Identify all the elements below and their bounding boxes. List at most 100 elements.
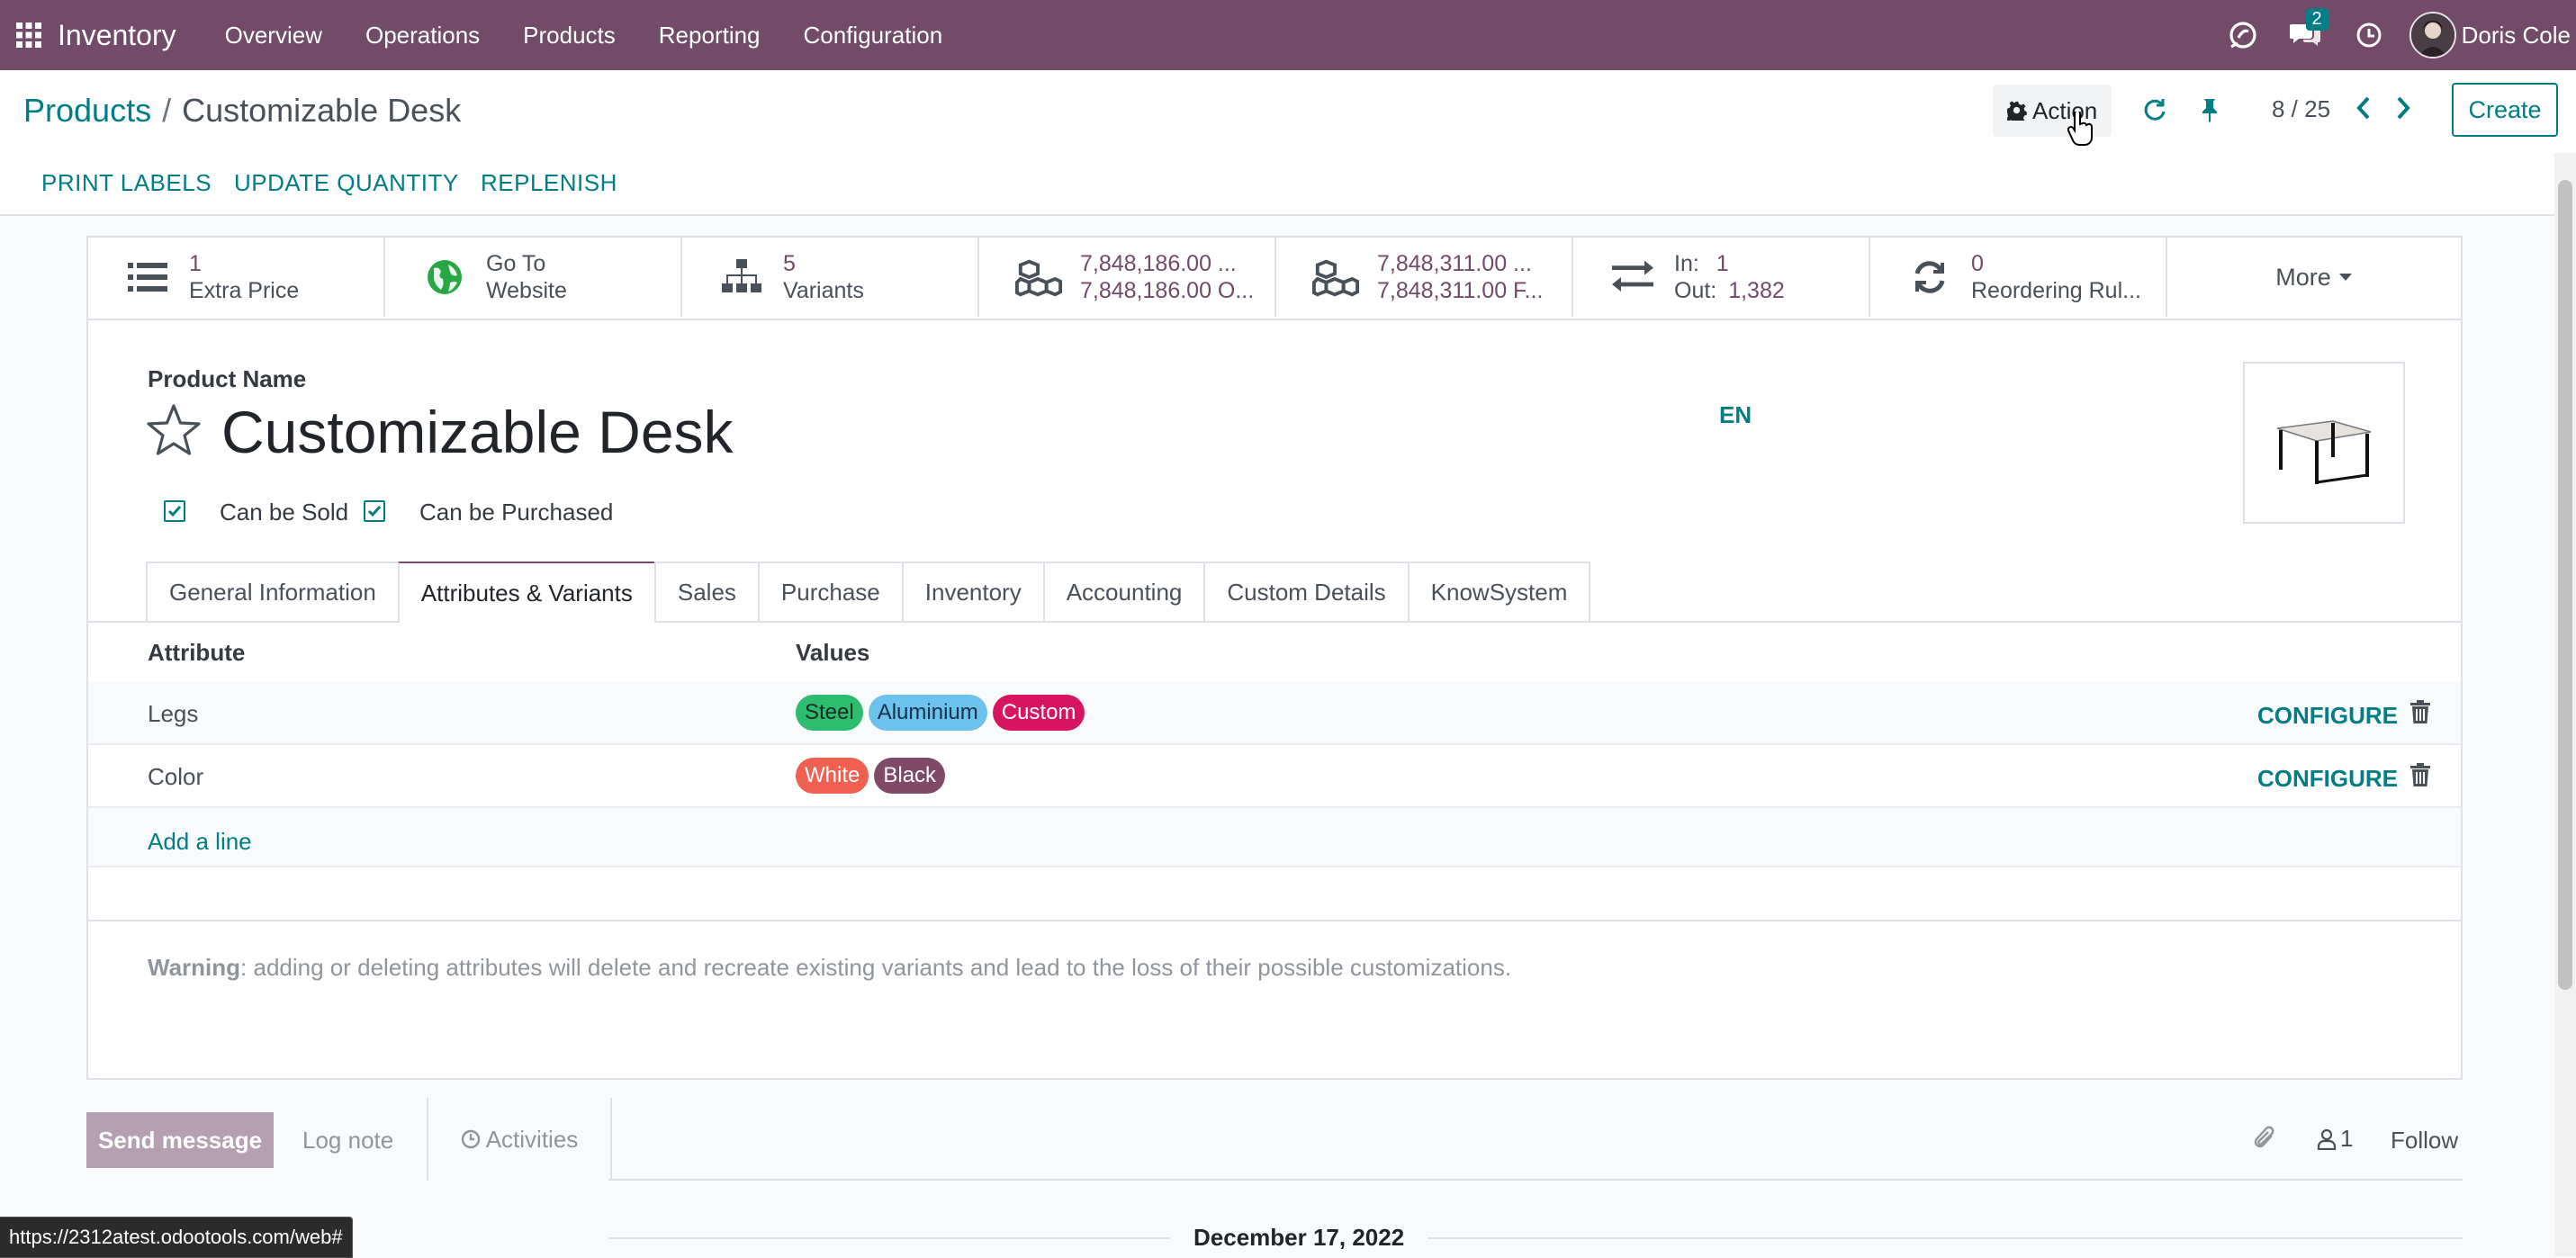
table-row[interactable]: Color White Black CONFIGURE <box>88 745 2461 808</box>
values-column-header[interactable]: Values <box>796 639 869 667</box>
log-note-button[interactable]: Log note <box>302 1127 393 1155</box>
mouse-cursor-icon <box>2067 110 2094 152</box>
value-tag: Steel <box>796 695 863 731</box>
pager-value[interactable]: 8 / 25 <box>2272 95 2330 123</box>
create-button[interactable]: Create <box>2452 83 2558 137</box>
add-line-link[interactable]: Add a line <box>148 828 252 856</box>
product-image[interactable] <box>2243 362 2405 524</box>
variants-label: Variants <box>783 278 864 303</box>
favorite-star-icon[interactable] <box>146 403 202 462</box>
configure-button[interactable]: CONFIGURE <box>2257 702 2398 730</box>
can-be-sold-checkbox[interactable] <box>164 500 185 522</box>
menu-configuration[interactable]: Configuration <box>782 22 965 49</box>
in-label: In: <box>1674 251 1699 276</box>
status-url-tooltip: https://2312atest.odootools.com/web# <box>0 1217 353 1258</box>
trash-icon[interactable] <box>2410 700 2430 730</box>
tab-sales[interactable]: Sales <box>653 562 760 621</box>
forecasted-label: 7,848,311.00 F... <box>1377 278 1544 303</box>
configure-button[interactable]: CONFIGURE <box>2257 765 2398 793</box>
activities-clock-icon[interactable] <box>2337 22 2400 49</box>
scrollbar-thumb[interactable] <box>2558 180 2572 990</box>
tab-purchase[interactable]: Purchase <box>757 562 904 621</box>
action-button[interactable]: Action <box>1993 85 2112 137</box>
status-bar: PRINT LABELS UPDATE QUANTITY REPLENISH <box>0 153 2576 216</box>
on-hand-label: 7,848,186.00 O... <box>1080 278 1255 303</box>
go-to-website-button[interactable]: Go To Website <box>385 238 682 317</box>
tab-knowsystem[interactable]: KnowSystem <box>1407 562 1591 621</box>
print-labels-button[interactable]: PRINT LABELS <box>41 169 212 197</box>
gear-icon <box>2007 101 2027 121</box>
pin-icon[interactable] <box>2199 97 2220 127</box>
trash-icon[interactable] <box>2410 763 2430 793</box>
warning-message: : adding or deleting attributes will del… <box>240 954 1512 981</box>
paperclip-icon[interactable] <box>2254 1125 2277 1156</box>
attribute-name: Legs <box>148 700 199 727</box>
followers-count: 1 <box>2340 1125 2354 1152</box>
table-row[interactable]: Legs Steel Aluminium Custom CONFIGURE <box>88 682 2461 745</box>
in-out-button[interactable]: In: 1 Out: 1,382 <box>1573 238 1870 317</box>
product-name-field[interactable]: Customizable Desk <box>221 398 734 466</box>
value-tag: Black <box>874 758 946 794</box>
can-be-sold-label: Can be Sold <box>220 499 349 526</box>
pager-next-icon[interactable] <box>2394 95 2412 125</box>
variants-button[interactable]: 5 Variants <box>682 238 979 317</box>
apps-menu-icon[interactable] <box>0 22 58 49</box>
value-tags: White Black <box>796 758 950 794</box>
user-menu[interactable]: Doris Cole <box>2409 12 2576 58</box>
attribute-name: Color <box>148 763 204 790</box>
tab-attributes-variants[interactable]: Attributes & Variants <box>397 562 656 623</box>
attribute-column-header[interactable]: Attribute <box>148 639 245 667</box>
cubes-icon <box>1312 257 1359 297</box>
menu-overview[interactable]: Overview <box>203 22 344 49</box>
forecasted-button[interactable]: 7,848,311.00 ... 7,848,311.00 F... <box>1276 238 1573 317</box>
on-hand-value: 7,848,186.00 ... <box>1080 251 1237 276</box>
website-label: Website <box>486 278 567 303</box>
warning-title: Warning <box>148 954 241 981</box>
odoo-bot-icon[interactable] <box>2211 20 2274 50</box>
tab-custom-details[interactable]: Custom Details <box>1203 562 1410 621</box>
scrollbar[interactable] <box>2554 153 2576 1256</box>
reordering-rules-button[interactable]: 0 Reordering Rul... <box>1870 238 2167 317</box>
product-name-label: Product Name <box>148 365 307 392</box>
update-quantity-button[interactable]: UPDATE QUANTITY <box>234 169 459 197</box>
messages-badge: 2 <box>2305 8 2328 31</box>
send-message-button[interactable]: Send message <box>86 1112 274 1168</box>
activities-button[interactable]: Activities <box>427 1098 612 1181</box>
variants-count: 5 <box>783 251 796 276</box>
clock-icon <box>461 1129 480 1149</box>
form-sheet: 1 Extra Price Go To Website 5 Variants 7,84… <box>86 236 2463 1080</box>
tab-accounting[interactable]: Accounting <box>1042 562 1206 621</box>
menu-products[interactable]: Products <box>501 22 637 49</box>
menu-operations[interactable]: Operations <box>344 22 501 49</box>
app-brand[interactable]: Inventory <box>58 19 176 52</box>
pager-previous-icon[interactable] <box>2355 95 2373 125</box>
on-hand-button[interactable]: 7,848,186.00 ... 7,848,186.00 O... <box>979 238 1276 317</box>
user-name: Doris Cole <box>2461 21 2571 49</box>
tab-inventory[interactable]: Inventory <box>901 562 1045 621</box>
breadcrumb-products[interactable]: Products <box>23 92 151 129</box>
followers-button[interactable]: 1 <box>2317 1125 2353 1153</box>
replenish-button[interactable]: REPLENISH <box>481 169 617 197</box>
tab-general-information[interactable]: General Information <box>146 562 400 621</box>
globe-icon <box>421 259 468 295</box>
exchange-icon <box>1609 261 1656 293</box>
value-tag: White <box>796 758 869 794</box>
chatter: Send message Log note Activities 1 Follo… <box>0 1098 2576 1256</box>
can-be-purchased-checkbox[interactable] <box>364 500 385 522</box>
value-tag: Aluminium <box>868 695 987 731</box>
extra-price-button[interactable]: 1 Extra Price <box>88 238 385 317</box>
more-dropdown[interactable]: More <box>2167 238 2461 317</box>
go-to-label: Go To <box>486 251 546 276</box>
warning-text: Warning: adding or deleting attributes w… <box>148 954 1511 982</box>
extra-price-label: Extra Price <box>189 278 300 303</box>
messages-icon[interactable]: 2 <box>2274 8 2337 49</box>
follow-button[interactable]: Follow <box>2391 1127 2458 1155</box>
out-value: 1,382 <box>1728 278 1785 303</box>
refresh-icon[interactable] <box>2142 97 2167 127</box>
value-tags: Steel Aluminium Custom <box>796 695 1090 731</box>
menu-reporting[interactable]: Reporting <box>637 22 782 49</box>
section-divider <box>88 920 2461 921</box>
language-switch[interactable]: EN <box>1719 401 1752 429</box>
extra-price-count: 1 <box>189 251 202 276</box>
avatar <box>2409 12 2456 58</box>
